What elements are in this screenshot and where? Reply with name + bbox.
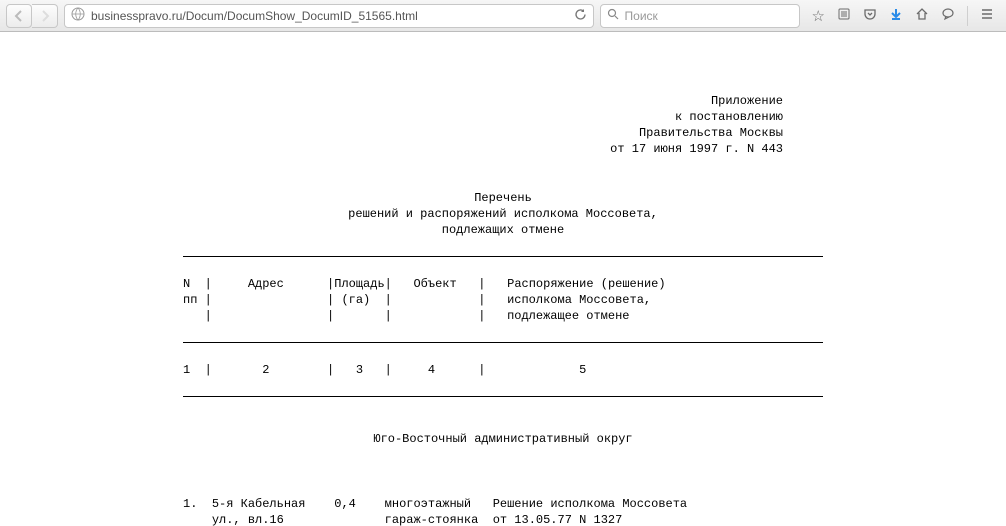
table-row: 1. 5-я Кабельная 0,4 многоэтажный Решени…	[183, 496, 823, 526]
document-viewport: Приложение к постановлению Правительства…	[0, 32, 1006, 526]
menu-icon[interactable]	[980, 7, 994, 25]
forward-button[interactable]	[32, 4, 58, 28]
document: Приложение к постановлению Правительства…	[0, 32, 1006, 526]
arrow-left-icon	[13, 10, 25, 22]
star-icon[interactable]: ☆	[812, 7, 825, 25]
table-number-row: 1 | 2 | 3 | 4 | 5	[183, 362, 823, 378]
globe-icon	[71, 7, 85, 24]
search-bar[interactable]: Поиск	[600, 4, 800, 28]
chat-icon[interactable]	[941, 7, 955, 25]
reader-icon[interactable]	[837, 7, 851, 25]
toolbar-right: ☆	[806, 6, 1000, 26]
back-button[interactable]	[6, 4, 32, 28]
download-icon[interactable]	[889, 7, 903, 25]
appendix-header: Приложение к постановлению Правительства…	[183, 93, 823, 158]
home-icon[interactable]	[915, 7, 929, 25]
search-icon	[607, 8, 619, 23]
section-heading: Юго-Восточный административный округ	[183, 431, 823, 447]
url-bar[interactable]: businesspravo.ru/Docum/DocumShow_DocumID…	[64, 4, 594, 28]
separator	[967, 6, 968, 26]
table-header-row: N | Адрес |Площадь| Объект | Распоряжени…	[183, 276, 823, 325]
reload-icon[interactable]	[574, 8, 587, 24]
url-text: businesspravo.ru/Docum/DocumShow_DocumID…	[91, 9, 568, 23]
document-title: Перечень решений и распоряжений исполком…	[183, 190, 823, 239]
arrow-right-icon	[39, 10, 51, 22]
browser-toolbar: businesspravo.ru/Docum/DocumShow_DocumID…	[0, 0, 1006, 32]
pocket-icon[interactable]	[863, 7, 877, 25]
search-placeholder: Поиск	[625, 9, 658, 23]
